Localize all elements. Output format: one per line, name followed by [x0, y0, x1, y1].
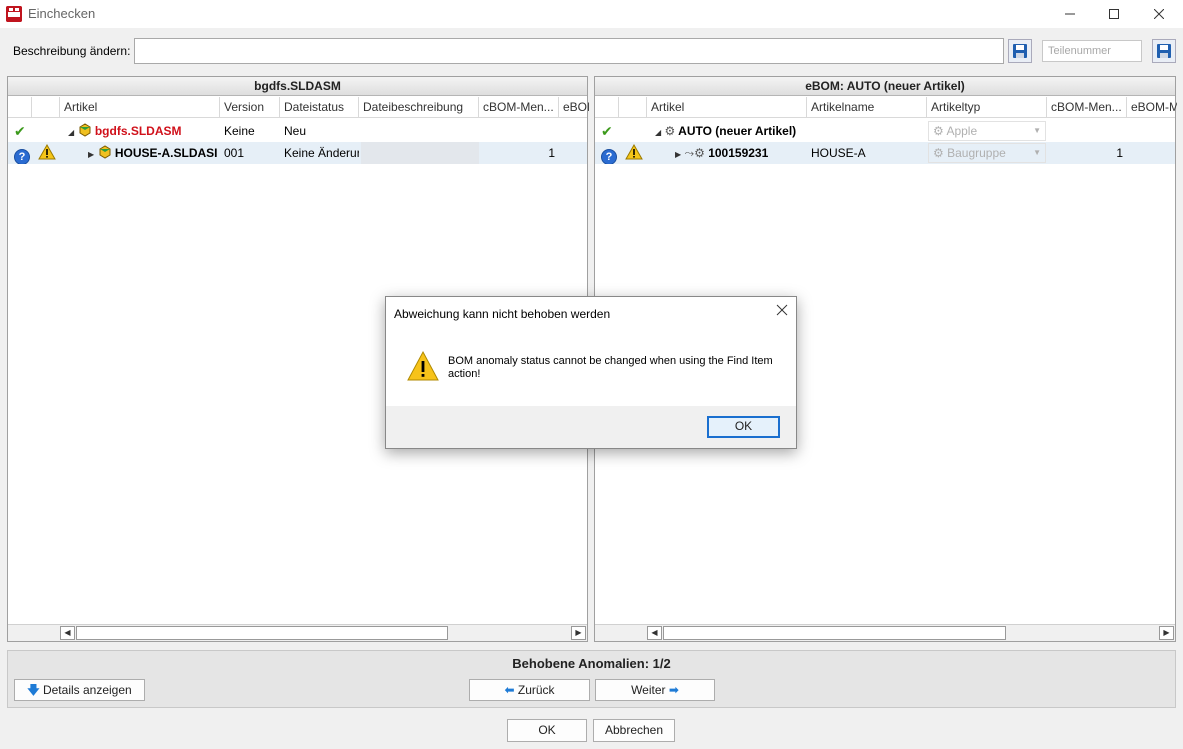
expand-arrow-icon[interactable]: ▶ — [88, 150, 94, 159]
col-version[interactable]: Version — [220, 97, 280, 118]
col-artikel[interactable]: Artikel — [60, 97, 220, 118]
assembly-icon — [79, 123, 90, 137]
minimize-icon — [1065, 13, 1075, 15]
description-input[interactable] — [134, 38, 1004, 64]
expand-triangle-icon[interactable]: ◢ — [68, 128, 74, 137]
maximize-icon — [1109, 9, 1119, 19]
scroll-left-icon[interactable]: ◀ — [60, 626, 75, 640]
artikel-name: bgdfs.SLDASM — [94, 124, 182, 138]
dialog-ok-button[interactable]: OK — [707, 416, 780, 438]
cancel-button[interactable]: Abbrechen — [593, 719, 675, 742]
cbom-cell: 1 — [1116, 146, 1123, 160]
check-icon: ✔ — [14, 123, 26, 139]
table-row[interactable]: ✔ ◢ ⚙ AUTO (neuer Artikel) ⚙ Apple ▼ — [595, 120, 1175, 142]
col-warning[interactable] — [619, 97, 647, 118]
maximize-button[interactable] — [1091, 0, 1137, 28]
table-row[interactable]: ✔ ◢ bgdfs.SLDASM Keine Neu — [8, 120, 587, 142]
expand-triangle-icon[interactable]: ◢ — [655, 128, 661, 137]
left-panel-title: bgdfs.SLDASM — [8, 77, 587, 96]
close-icon — [776, 304, 788, 316]
next-button[interactable]: Weiter ➡ — [595, 679, 715, 701]
close-icon — [1154, 9, 1164, 19]
save-description-button[interactable] — [1008, 39, 1032, 63]
description-label: Beschreibung ändern: — [13, 44, 131, 58]
col-status[interactable] — [595, 97, 619, 118]
save-part-number-button[interactable] — [1152, 39, 1176, 63]
artikel-name: HOUSE-A.SLDASI — [114, 146, 218, 160]
right-panel-title: eBOM: AUTO (neuer Artikel) — [595, 77, 1175, 96]
close-button[interactable] — [1136, 0, 1182, 28]
left-horizontal-scrollbar[interactable]: ◀ ▶ — [8, 624, 587, 641]
ok-button[interactable]: OK — [507, 719, 587, 742]
scroll-thumb[interactable] — [76, 626, 448, 640]
item-type-dropdown[interactable]: ⚙ Baugruppe ▼ — [928, 143, 1046, 163]
assembly-icon — [99, 145, 110, 159]
minimize-button[interactable] — [1047, 0, 1093, 28]
col-status[interactable] — [8, 97, 32, 118]
right-horizontal-scrollbar[interactable]: ◀ ▶ — [595, 624, 1175, 641]
col-dateibeschreibung[interactable]: Dateibeschreibung — [359, 97, 479, 118]
col-ebom[interactable]: eBOM-M — [1127, 97, 1177, 118]
check-icon: ✔ — [601, 123, 613, 139]
gear-icon: ⚙ — [664, 124, 676, 138]
save-icon — [1013, 44, 1027, 58]
item-type-dropdown[interactable]: ⚙ Apple ▼ — [928, 121, 1046, 141]
question-icon: ? — [601, 149, 617, 164]
part-number-input[interactable]: Teilenummer — [1042, 40, 1142, 62]
table-row[interactable]: ? ▶ HOUSE-A.SLDASI 001 Keine Änderur 1 — [8, 142, 587, 164]
question-icon: ? — [14, 149, 30, 164]
expand-arrow-icon[interactable]: ▶ — [675, 150, 681, 159]
arrow-right-icon: ➡ — [668, 683, 679, 697]
col-warning[interactable] — [32, 97, 60, 118]
gear-icon: ⚙ — [933, 124, 944, 138]
dialog-footer: OK — [386, 406, 796, 448]
dialog-title: Abweichung kann nicht behoben werden — [394, 307, 611, 321]
scroll-left-icon[interactable]: ◀ — [647, 626, 662, 640]
error-dialog: Abweichung kann nicht behoben werden BOM… — [385, 296, 797, 449]
scroll-right-icon[interactable]: ▶ — [571, 626, 586, 640]
dialog-message: BOM anomaly status cannot be changed whe… — [448, 355, 773, 380]
col-artikeltyp[interactable]: Artikeltyp — [927, 97, 1047, 118]
save-icon — [1157, 44, 1171, 58]
warning-icon — [625, 143, 643, 160]
item-name: AUTO (neuer Artikel) — [678, 124, 797, 138]
back-button[interactable]: ⬅ Zurück — [469, 679, 590, 701]
scroll-thumb[interactable] — [663, 626, 1006, 640]
details-button[interactable]: 🡇 Details anzeigen — [14, 679, 145, 701]
col-dateistatus[interactable]: Dateistatus — [280, 97, 359, 118]
right-column-header: Artikel Artikelname Artikeltyp cBOM-Men.… — [595, 97, 1177, 118]
filestatus-cell: Neu — [284, 124, 307, 138]
find-item-icon: ⤳⚙ — [684, 146, 705, 160]
warning-icon — [38, 143, 56, 160]
warning-icon — [407, 350, 439, 385]
col-artikel[interactable]: Artikel — [647, 97, 807, 118]
chevron-down-icon: ▼ — [1033, 126, 1041, 135]
cbom-cell: 1 — [548, 146, 555, 160]
col-cbom[interactable]: cBOM-Men... — [479, 97, 559, 118]
col-artikelname[interactable]: Artikelname — [807, 97, 927, 118]
title-bar — [0, 0, 1183, 28]
solidworks-app-icon — [6, 6, 22, 22]
arrow-left-icon: ⬅ — [504, 683, 515, 697]
left-column-header: Artikel Version Dateistatus Dateibeschre… — [8, 97, 589, 118]
assembly-gear-icon: ⚙ — [933, 146, 944, 160]
version-cell: Keine — [224, 124, 255, 138]
window-title: Einchecken — [28, 6, 96, 21]
dialog-close-button[interactable] — [776, 303, 788, 321]
filedesc-cell[interactable] — [361, 142, 479, 164]
version-cell: 001 — [224, 146, 245, 160]
item-number: 100159231 — [708, 146, 769, 160]
scroll-right-icon[interactable]: ▶ — [1159, 626, 1174, 640]
table-row[interactable]: ? ▶ ⤳⚙ 100159231 HOUSE-A ⚙ Baugruppe ▼ 1 — [595, 142, 1175, 164]
filestatus-cell: Keine Änderur — [284, 146, 359, 160]
chevron-down-icon: ▼ — [1033, 148, 1041, 157]
item-name-cell: HOUSE-A — [811, 146, 866, 160]
resolved-anomalies-label: Behobene Anomalien: 1/2 — [512, 656, 671, 671]
col-cbom[interactable]: cBOM-Men... — [1047, 97, 1127, 118]
col-ebom[interactable]: eBOI — [559, 97, 589, 118]
arrow-down-icon: 🡇 — [27, 683, 40, 697]
